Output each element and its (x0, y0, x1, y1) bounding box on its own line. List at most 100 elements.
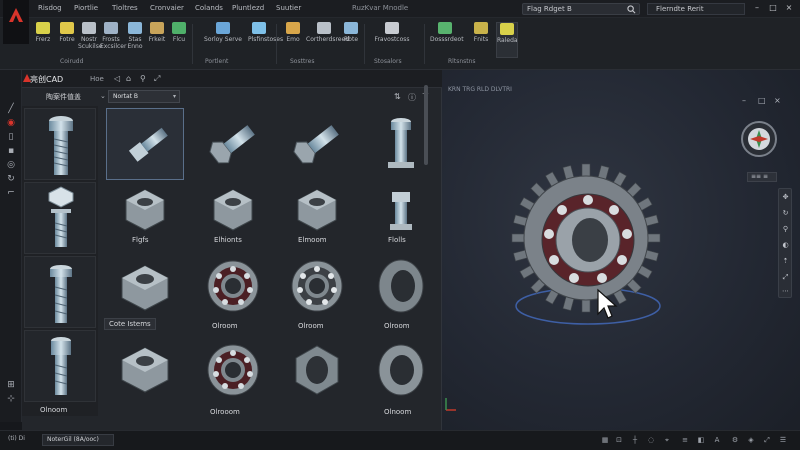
ribbon-tool-12[interactable]: Rbte (340, 22, 362, 43)
record-icon[interactable]: ◉ (5, 118, 17, 128)
part-cell-nut[interactable] (106, 252, 184, 324)
part-cell-nut[interactable] (278, 336, 356, 408)
bolt-thumbnail (293, 125, 339, 164)
polar-toggle-icon[interactable]: ◌ (646, 435, 656, 445)
restore-icon[interactable]: □ (758, 96, 766, 105)
ribbon-tool-5[interactable]: Stas Enno (124, 22, 146, 50)
ribbon-tool-1[interactable]: Frerz (32, 22, 54, 43)
ribbon-tool-8[interactable]: Sorloy Serve (198, 22, 248, 43)
circle-tool-icon[interactable]: ◎ (5, 160, 17, 170)
sort-icon[interactable]: ⇅ (394, 92, 401, 101)
tab-suutier[interactable]: Suutier (276, 4, 301, 12)
library-scrollbar[interactable] (424, 85, 428, 165)
close-icon[interactable]: × (784, 3, 794, 13)
tab-colands[interactable]: Colands (195, 4, 223, 12)
minimize-icon[interactable]: – (752, 3, 762, 13)
view-cube-menu[interactable]: ≡≡ ≡ (747, 172, 777, 182)
filter-dropdown[interactable]: Nortat B ▾ (108, 90, 180, 103)
corner-icon[interactable]: ⌐ (5, 188, 17, 198)
transparency-icon[interactable]: ◧ (696, 435, 706, 445)
customize-icon[interactable]: ☰ (778, 435, 788, 445)
fit-icon[interactable]: ⤢ (781, 273, 790, 282)
more-icon[interactable]: ⋯ (781, 287, 790, 296)
ribbon-tool-11[interactable]: Cortherdsreed (306, 22, 349, 43)
home-icon[interactable]: ⌂ (126, 74, 131, 83)
part-cell-bearing[interactable] (278, 252, 356, 324)
copy-icon[interactable]: ▯ (5, 132, 17, 142)
panel-label: Stosalors (374, 58, 402, 65)
annotation-icon[interactable]: A (712, 435, 722, 445)
model-viewport[interactable]: KRN TRG RLD DLVTRI – □ × ≡≡ ≡ ✥ ↻ ⚲ ◐ ⇡ … (442, 70, 800, 438)
pan-icon[interactable]: ✥ (781, 193, 790, 202)
info-icon[interactable]: ⓘ (408, 92, 416, 103)
ribbon-tool-6[interactable]: Frkeit (146, 22, 168, 43)
rotate-icon[interactable]: ↻ (5, 174, 17, 184)
part-cell-bolt-upright[interactable] (362, 108, 440, 180)
snap-toggle-icon[interactable]: ⊡ (614, 435, 624, 445)
ribbon-tool-2[interactable]: Fotre (56, 22, 78, 43)
isolate-icon[interactable]: ◈ (746, 435, 756, 445)
lineweight-icon[interactable]: ≡ (680, 435, 690, 445)
part-cell-ring[interactable] (362, 252, 440, 324)
orbit-icon[interactable]: ↻ (781, 209, 790, 218)
surface-icon (216, 22, 230, 34)
square-tool-icon[interactable]: ▪ (5, 146, 17, 156)
ribbon-tool-16[interactable]: Raleda (496, 22, 518, 58)
tab-risdog[interactable]: Risdog (38, 4, 62, 12)
ribbon-separator (192, 24, 193, 64)
ribbon-tool-7[interactable]: Flcu (168, 22, 190, 43)
ribbon-tool-10[interactable]: Emo (282, 22, 304, 43)
list-item[interactable] (24, 182, 96, 254)
tree-icon[interactable]: ⊹ (5, 394, 17, 404)
ribbon-tool-13[interactable]: Fravostcoss (370, 22, 414, 43)
ribbon-tool-3[interactable]: Nostr Scukilse (78, 22, 103, 50)
hex-nut-thumbnail (121, 265, 169, 311)
arrow-icon (172, 22, 186, 34)
ribbon-tool-14[interactable]: Dosssrdeot (430, 22, 464, 43)
look-icon[interactable]: ◐ (781, 241, 790, 250)
list-item[interactable] (24, 108, 96, 180)
magnifier-icon[interactable]: ⚲ (140, 74, 146, 83)
minimize-icon[interactable]: – (742, 96, 746, 105)
back-icon[interactable]: ◁ (114, 74, 120, 83)
category-dropdown[interactable]: 陶案件值盖 ⌄ (30, 90, 110, 104)
ribbon-tool-15[interactable]: Fnits (470, 22, 492, 43)
ortho-toggle-icon[interactable]: ┼ (630, 435, 640, 445)
fullscreen-icon[interactable]: ⤢ (762, 435, 772, 445)
tab-piortlie[interactable]: Piortlie (74, 4, 98, 12)
maximize-icon[interactable]: □ (768, 3, 778, 13)
command-line[interactable]: NoterGil (8A/ooc) (42, 434, 114, 446)
search-box[interactable]: Flag Rdget B (522, 3, 640, 15)
line-tool-icon[interactable]: ╱ (5, 104, 17, 114)
list-item[interactable] (24, 256, 96, 328)
tab-pluntlezd[interactable]: Pluntlezd (232, 4, 264, 12)
part-cell-ring[interactable] (362, 336, 440, 408)
user-account[interactable]: Flerndte Rerit (647, 3, 745, 15)
walk-icon[interactable]: ⇡ (781, 257, 790, 266)
part-cell-nut[interactable] (106, 336, 184, 408)
gear-bearing-model[interactable] (490, 160, 690, 340)
ribbon-tool-4[interactable]: Frosts Excsilcer (100, 22, 126, 50)
zoom-icon[interactable]: ⚲ (781, 225, 790, 234)
part-cell-bearing[interactable] (194, 336, 272, 408)
part-cell-bearing[interactable] (194, 252, 272, 324)
ribbon: Frerz Fotre Nostr Scukilse Frosts Excsil… (0, 18, 800, 70)
part-cell-bolt[interactable] (194, 108, 272, 180)
list-item[interactable] (24, 330, 96, 402)
expand-icon[interactable]: ⤢ (154, 74, 160, 84)
workspace-icon[interactable]: ⚙ (730, 435, 740, 445)
grid-toggle-icon[interactable]: ▦ (600, 435, 610, 445)
tab-cronvaier[interactable]: Cronvaier (150, 4, 184, 12)
bearing-thumbnail (207, 260, 259, 312)
ribbon-tool-9[interactable]: Plsfinstoses (248, 22, 283, 43)
osnap-toggle-icon[interactable]: ⌖ (662, 435, 672, 445)
search-input[interactable]: Flag Rdget B (527, 5, 572, 13)
close-icon[interactable]: × (774, 96, 781, 105)
search-icon[interactable] (627, 5, 636, 14)
view-cube-icon[interactable] (740, 120, 778, 158)
grid-icon[interactable]: ⊞ (5, 380, 17, 390)
part-cell-bolt-selected[interactable] (106, 108, 184, 180)
tab-tioltres[interactable]: Tioltres (112, 4, 138, 12)
part-cell-bolt[interactable] (278, 108, 356, 180)
app-logo[interactable] (3, 0, 29, 44)
